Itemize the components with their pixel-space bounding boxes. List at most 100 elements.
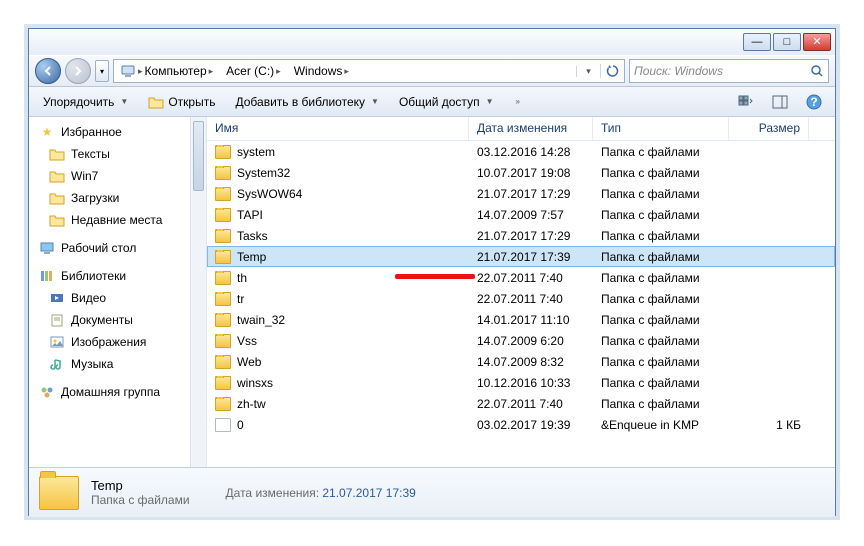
nav-libraries[interactable]: Библиотеки <box>37 265 206 287</box>
address-dropdown-button[interactable]: ▾ <box>576 66 600 77</box>
file-name: Vss <box>237 334 257 348</box>
toolbar-label: Добавить в библиотеку <box>235 95 365 109</box>
file-date: 03.12.2016 14:28 <box>469 145 593 159</box>
file-row[interactable]: th22.07.2011 7:40Папка с файлами <box>207 267 835 288</box>
file-row[interactable]: TAPI14.07.2009 7:57Папка с файлами <box>207 204 835 225</box>
nav-fav-1[interactable]: Win7 <box>37 165 206 187</box>
details-meta: Дата изменения: 21.07.2017 17:39 <box>226 486 416 500</box>
file-row[interactable]: zh-tw22.07.2011 7:40Папка с файлами <box>207 393 835 414</box>
file-rows: system03.12.2016 14:28Папка с файламиSys… <box>207 141 835 435</box>
file-date: 14.07.2009 8:32 <box>469 355 593 369</box>
file-row[interactable]: twain_3214.01.2017 11:10Папка с файлами <box>207 309 835 330</box>
nav-homegroup[interactable]: Домашняя группа <box>37 381 206 403</box>
file-row[interactable]: winsxs10.12.2016 10:33Папка с файлами <box>207 372 835 393</box>
nav-favorites-icon: ★ <box>39 124 55 140</box>
details-name: Temp <box>91 478 190 493</box>
file-date: 10.07.2017 19:08 <box>469 166 593 180</box>
breadcrumb-drive[interactable]: Acer (C:) ▸ <box>220 60 288 82</box>
file-type: Папка с файлами <box>593 313 729 327</box>
file-name: TAPI <box>237 208 263 222</box>
navigation-pane: ★ИзбранноеТекстыWin7 Загрузки Недавние мес… <box>29 117 207 467</box>
breadcrumb-computer[interactable]: ▸ Компьютер ▸ <box>114 60 220 82</box>
view-options-button[interactable] <box>733 91 759 113</box>
file-row[interactable]: Web14.07.2009 8:32Папка с файлами <box>207 351 835 372</box>
nav-item-label: Видео <box>71 291 106 305</box>
file-row[interactable]: SysWOW6421.07.2017 17:29Папка с файлами <box>207 183 835 204</box>
toolbar-label: Упорядочить <box>43 95 114 109</box>
explorer-window: — □ ✕ ▾ ▸ Компьютер ▸ Acer (C:) ▸ <box>28 28 836 516</box>
nav-item-label: Загрузки <box>71 191 119 205</box>
folder-icon <box>215 376 231 390</box>
file-date: 14.07.2009 6:20 <box>469 334 593 348</box>
file-row[interactable]: tr22.07.2011 7:40Папка с файлами <box>207 288 835 309</box>
nav-lib-1[interactable]: Документы <box>37 309 206 331</box>
folder-icon <box>215 145 231 159</box>
column-size[interactable]: Размер <box>729 117 809 140</box>
file-row[interactable]: Temp21.07.2017 17:39Папка с файлами <box>207 246 835 267</box>
nav-fav-1-icon <box>49 168 65 184</box>
nav-libraries-icon <box>39 268 55 284</box>
file-date: 14.01.2017 11:10 <box>469 313 593 327</box>
history-dropdown[interactable]: ▾ <box>95 60 109 82</box>
nav-lib-3-icon <box>49 356 65 372</box>
refresh-button[interactable] <box>600 64 624 78</box>
preview-pane-button[interactable] <box>767 91 793 113</box>
details-date-label: Дата изменения: <box>226 486 320 500</box>
nav-item-label: Библиотеки <box>61 269 126 283</box>
more-actions-button[interactable]: » <box>507 94 525 109</box>
column-type[interactable]: Тип <box>593 117 729 140</box>
scrollbar-thumb[interactable] <box>193 121 204 191</box>
breadcrumb-folder[interactable]: Windows ▸ <box>288 60 356 82</box>
share-button[interactable]: Общий доступ ▼ <box>393 92 500 112</box>
minimize-button[interactable]: — <box>743 33 771 51</box>
help-button[interactable]: ? <box>801 91 827 113</box>
organize-button[interactable]: Упорядочить ▼ <box>37 92 134 112</box>
nav-scrollbar[interactable] <box>190 117 206 467</box>
back-button[interactable] <box>35 58 61 84</box>
details-date-value: 21.07.2017 17:39 <box>322 486 415 500</box>
nav-fav-3[interactable]: Недавние места <box>37 209 206 231</box>
file-row[interactable]: Vss 14.07.2009 6:20Папка с файлами <box>207 330 835 351</box>
file-row[interactable]: 003.02.2017 19:39&Enqueue in KMP1 КБ <box>207 414 835 435</box>
search-icon <box>810 64 824 78</box>
file-date: 21.07.2017 17:39 <box>469 250 593 264</box>
nav-lib-0-icon <box>49 290 65 306</box>
search-box[interactable]: Поиск: Windows <box>629 59 829 83</box>
body: ★ИзбранноеТекстыWin7 Загрузки Недавние мес… <box>29 117 835 467</box>
search-placeholder: Поиск: Windows <box>634 64 723 78</box>
column-name[interactable]: Имя <box>207 117 469 140</box>
file-type: Папка с файлами <box>593 334 729 348</box>
nav-desktop-icon <box>39 240 55 256</box>
nav-item-label: Изображения <box>71 335 146 349</box>
file-row[interactable]: Tasks21.07.2017 17:29Папка с файлами <box>207 225 835 246</box>
nav-desktop[interactable]: Рабочий стол <box>37 237 206 259</box>
open-button[interactable]: Открыть <box>142 92 221 112</box>
column-date[interactable]: Дата изменения <box>469 117 593 140</box>
nav-fav-0[interactable]: Тексты <box>37 143 206 165</box>
nav-lib-3[interactable]: Музыка <box>37 353 206 375</box>
nav-fav-2-icon <box>49 190 65 206</box>
file-name: 0 <box>237 418 244 432</box>
nav-fav-3-icon <box>49 212 65 228</box>
nav-item-label: Рабочий стол <box>61 241 136 255</box>
nav-fav-0-icon <box>49 146 65 162</box>
file-name: th <box>237 271 247 285</box>
nav-item-label: Домашняя группа <box>61 385 160 399</box>
address-bar[interactable]: ▸ Компьютер ▸ Acer (C:) ▸ Windows ▸ ▾ <box>113 59 625 83</box>
nav-item-label: Недавние места <box>71 213 162 227</box>
column-headers: Имя Дата изменения Тип Размер <box>207 117 835 141</box>
file-row[interactable]: system03.12.2016 14:28Папка с файлами <box>207 141 835 162</box>
maximize-button[interactable]: □ <box>773 33 801 51</box>
file-row[interactable]: System3210.07.2017 19:08Папка с файлами <box>207 162 835 183</box>
close-button[interactable]: ✕ <box>803 33 831 51</box>
file-date: 03.02.2017 19:39 <box>469 418 593 432</box>
add-library-button[interactable]: Добавить в библиотеку ▼ <box>229 92 384 112</box>
nav-fav-2[interactable]: Загрузки <box>37 187 206 209</box>
file-size: 1 КБ <box>729 418 809 432</box>
folder-icon <box>215 229 231 243</box>
nav-favorites[interactable]: ★Избранное <box>37 121 206 143</box>
nav-lib-0[interactable]: Видео <box>37 287 206 309</box>
forward-button[interactable] <box>65 58 91 84</box>
nav-lib-2[interactable]: Изображения <box>37 331 206 353</box>
file-type: Папка с файлами <box>593 355 729 369</box>
